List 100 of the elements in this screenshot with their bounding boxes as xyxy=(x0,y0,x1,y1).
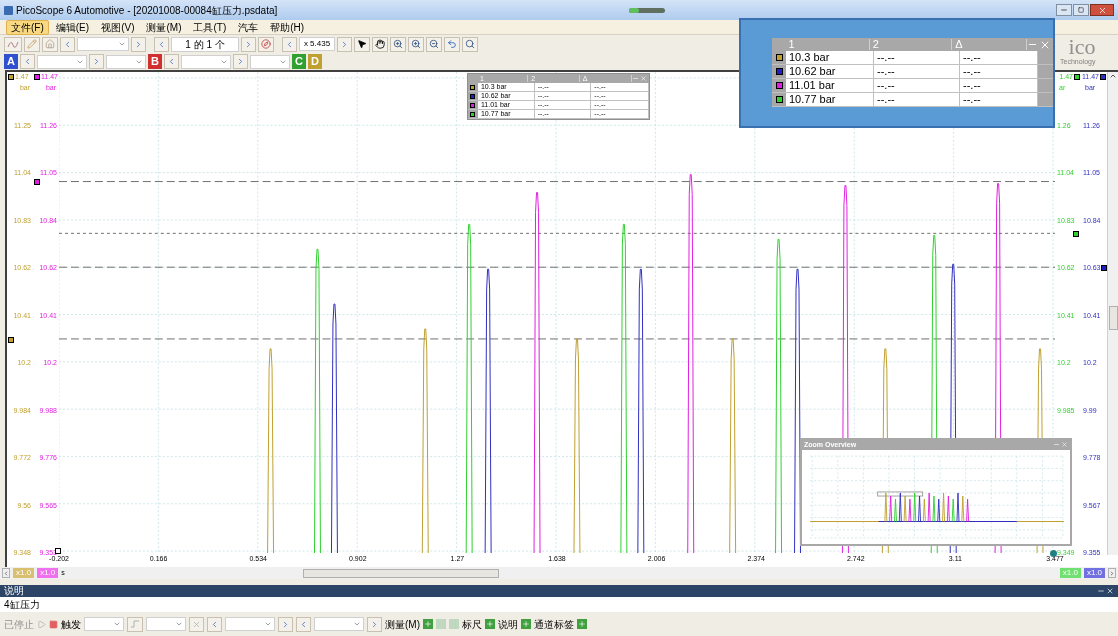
add-icon[interactable] xyxy=(521,619,531,629)
play-icon[interactable] xyxy=(37,619,46,629)
hand-icon[interactable] xyxy=(372,36,388,52)
dropdown-field[interactable] xyxy=(146,617,186,631)
close-button[interactable] xyxy=(1090,4,1114,16)
next-button[interactable] xyxy=(131,36,146,52)
table-cell: 10.62 bar xyxy=(786,65,874,78)
ruler-handle[interactable] xyxy=(8,337,14,343)
ruler-handle[interactable] xyxy=(55,548,61,554)
table-cell: 10.77 bar xyxy=(786,93,874,106)
stop-icon[interactable] xyxy=(49,619,58,629)
notes-field[interactable]: 4缸压力 xyxy=(0,597,1118,612)
pencil-icon[interactable] xyxy=(24,36,40,52)
next-button[interactable] xyxy=(233,54,248,69)
cursor-icon[interactable] xyxy=(189,616,204,632)
previous-button[interactable] xyxy=(164,54,179,69)
scale-badge[interactable]: x1.0 xyxy=(1083,568,1105,578)
pointer-icon[interactable] xyxy=(354,36,370,52)
zoom-factor-field[interactable]: x 5.435 xyxy=(299,37,335,51)
search-icon[interactable] xyxy=(462,36,478,52)
signal-icon[interactable] xyxy=(4,36,22,52)
minimize-icon[interactable] xyxy=(1097,587,1105,595)
channel-button[interactable]: B xyxy=(148,54,162,69)
table-cell: 11.01 bar xyxy=(786,79,874,92)
add-icon[interactable] xyxy=(423,619,433,629)
maximize-icon xyxy=(1078,7,1084,13)
previous-button[interactable] xyxy=(207,616,222,632)
column-header: 1 xyxy=(785,39,870,50)
ruler-handle[interactable] xyxy=(1073,231,1079,237)
undo-icon[interactable] xyxy=(444,36,460,52)
next-button[interactable] xyxy=(89,54,104,69)
ruler-handle[interactable] xyxy=(1050,550,1057,557)
table-cell: --.-- xyxy=(874,51,960,64)
close-icon xyxy=(1097,5,1107,15)
dropdown-field[interactable] xyxy=(181,54,231,69)
channel-button[interactable]: A xyxy=(4,54,18,69)
status-label: 已停止 xyxy=(4,617,34,632)
dropdown-field[interactable] xyxy=(225,617,275,631)
home-icon[interactable] xyxy=(42,36,58,52)
add-icon[interactable] xyxy=(577,619,587,629)
logo-text: ico xyxy=(1068,36,1096,58)
column-header: Δ xyxy=(952,39,1027,50)
page-counter-field[interactable]: 1 的 1 个 xyxy=(171,36,239,52)
menu-item[interactable]: 编辑(E) xyxy=(50,19,95,35)
caret-icon xyxy=(113,620,121,628)
zoom-in-icon[interactable] xyxy=(408,36,424,52)
dropdown-field[interactable] xyxy=(84,617,124,631)
channel-marker[interactable] xyxy=(1074,74,1080,80)
caret-icon xyxy=(175,620,183,628)
scroll-up-icon[interactable] xyxy=(1109,72,1117,80)
table-cell: --.-- xyxy=(960,93,1038,106)
caret-icon xyxy=(118,40,126,48)
minimize-icon xyxy=(1060,6,1068,14)
table-cell: --.-- xyxy=(960,65,1038,78)
table-cell: --.-- xyxy=(960,51,1038,64)
panel-title: 说明 xyxy=(4,586,24,596)
ruler-button[interactable]: 标尺 xyxy=(462,616,482,632)
next-button[interactable] xyxy=(278,616,293,632)
previous-button[interactable] xyxy=(154,36,169,52)
previous-button[interactable] xyxy=(282,36,297,52)
ruler-handle[interactable] xyxy=(1101,265,1107,271)
dropdown-field[interactable] xyxy=(77,37,129,51)
maximize-button[interactable] xyxy=(1073,4,1089,16)
scroll-right-button[interactable] xyxy=(1108,568,1116,578)
scrollbar-thumb[interactable] xyxy=(302,568,499,578)
zoom-in-icon[interactable] xyxy=(390,36,406,52)
close-icon[interactable] xyxy=(1106,587,1114,595)
dropdown-field[interactable] xyxy=(314,617,364,631)
menu-item[interactable]: 汽车 xyxy=(233,19,264,35)
next-button[interactable] xyxy=(367,616,382,632)
channel-marker[interactable] xyxy=(34,74,40,80)
channel-marker[interactable] xyxy=(8,74,14,80)
dropdown-field[interactable] xyxy=(106,54,146,69)
dropdown-field[interactable] xyxy=(37,54,87,69)
previous-button[interactable] xyxy=(60,36,75,52)
caret-icon xyxy=(264,620,272,628)
previous-button[interactable] xyxy=(20,54,35,69)
compass-icon[interactable] xyxy=(258,36,274,52)
ruler-handle[interactable] xyxy=(34,179,40,185)
vertical-scrollbar[interactable] xyxy=(1107,72,1118,555)
scroll-left-button[interactable] xyxy=(2,568,10,578)
ruler-line[interactable] xyxy=(59,232,1055,234)
menu-item[interactable]: 帮助(H) xyxy=(265,19,310,35)
previous-button[interactable] xyxy=(296,616,311,632)
menu-item[interactable]: 工具(T) xyxy=(188,19,232,35)
dropdown-field[interactable] xyxy=(250,54,290,69)
trigger-edge-icon[interactable] xyxy=(127,616,143,632)
channel-labels-button[interactable]: 通道标签 xyxy=(534,616,574,632)
scrollbar-thumb[interactable] xyxy=(1108,305,1118,330)
zoom-out-icon[interactable] xyxy=(426,36,442,52)
menu-item[interactable]: 视图(V) xyxy=(96,19,140,35)
notes-button[interactable]: 说明 xyxy=(498,616,518,632)
channel-marker[interactable] xyxy=(1100,74,1106,80)
next-button[interactable] xyxy=(241,36,256,52)
measure-button[interactable]: 测量(M) xyxy=(385,616,420,632)
caret-icon xyxy=(353,620,361,628)
add-icon[interactable] xyxy=(485,619,495,629)
minimize-button[interactable] xyxy=(1056,4,1072,16)
minimize-icon[interactable] xyxy=(632,75,639,82)
menu-item[interactable]: 测量(M) xyxy=(141,19,187,35)
